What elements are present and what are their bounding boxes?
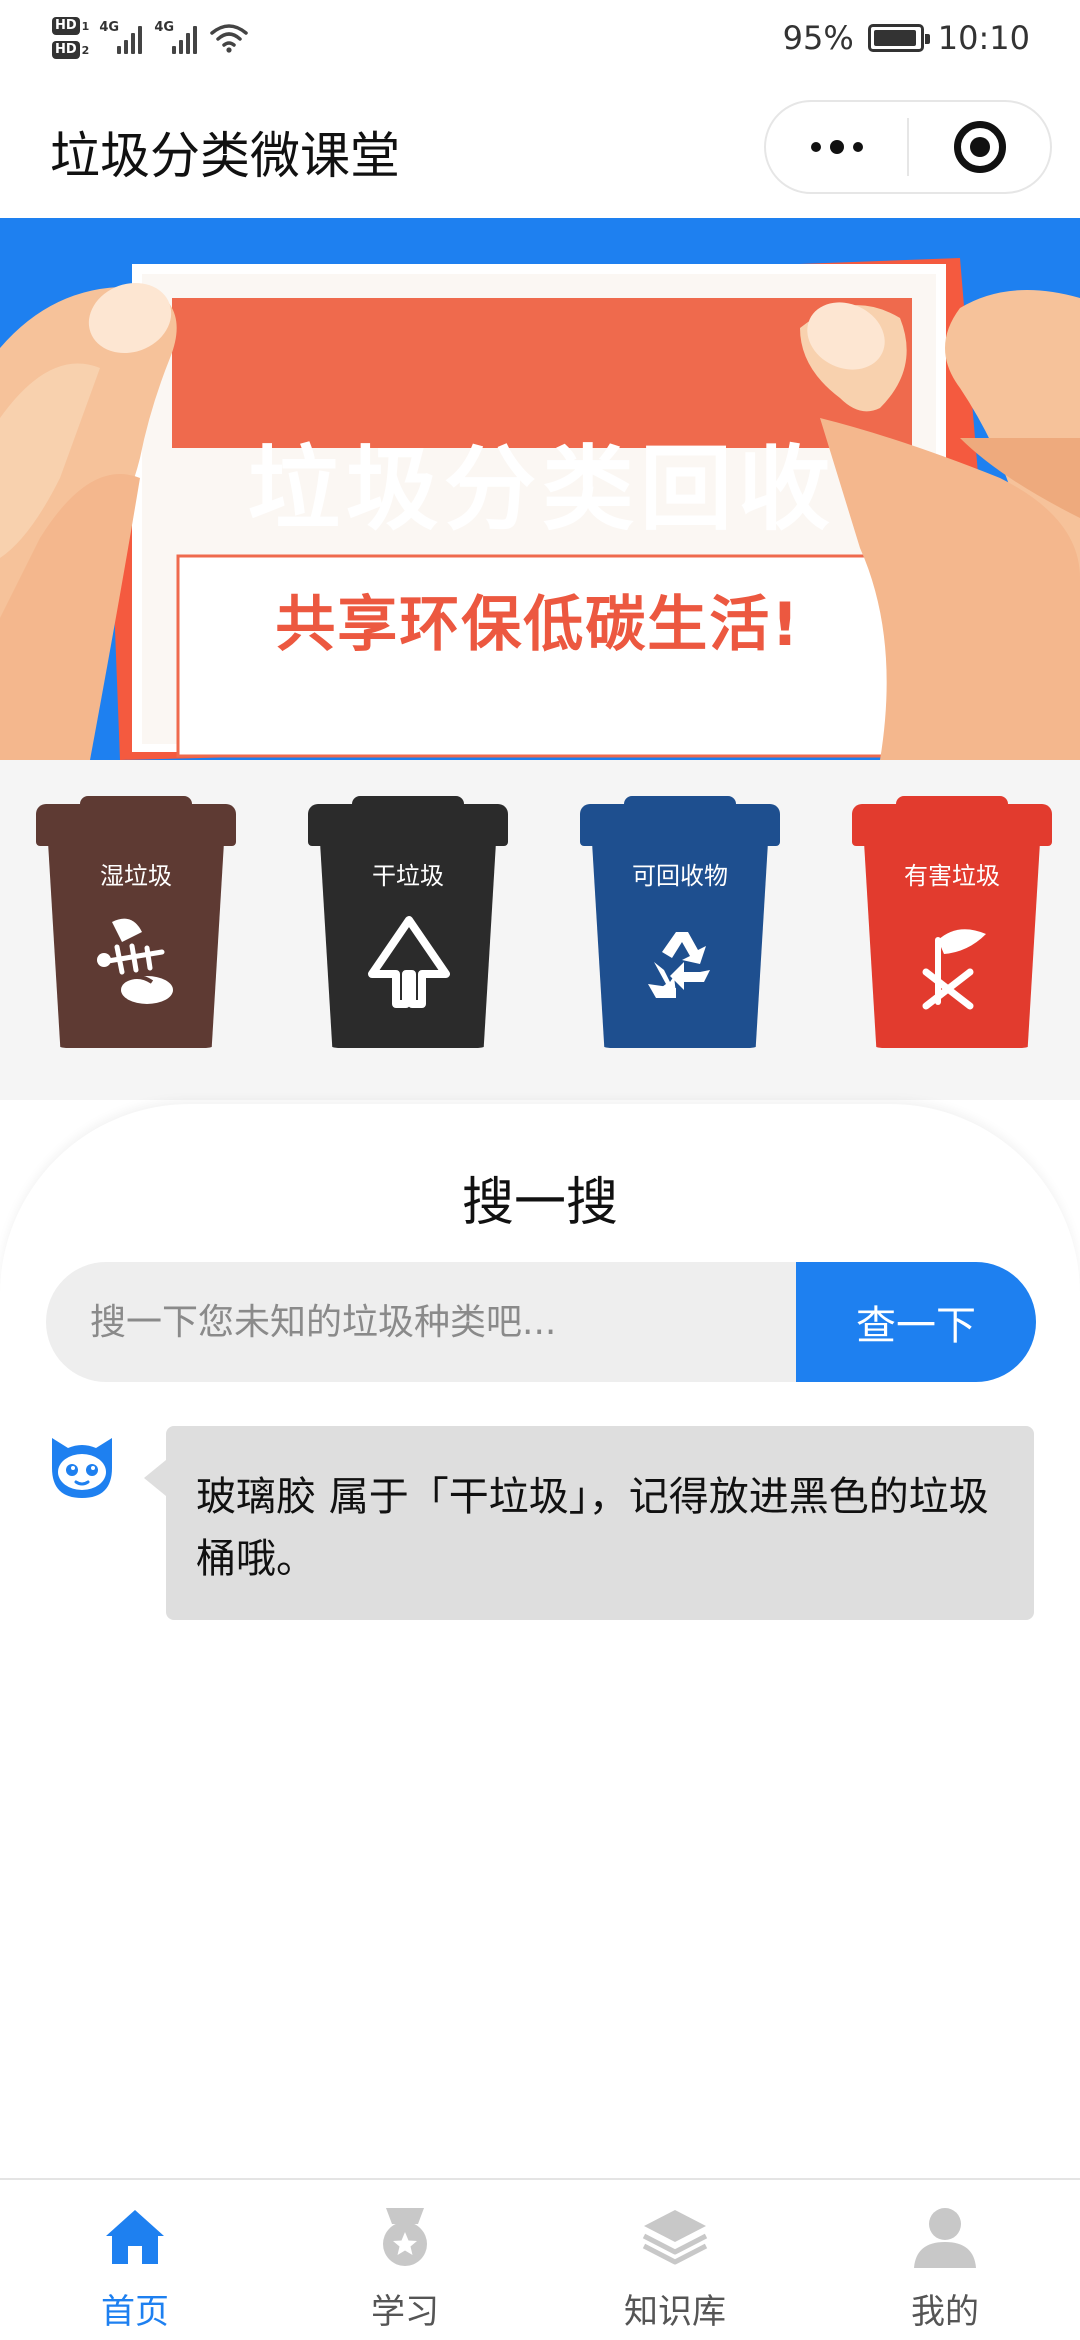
more-button[interactable] [766,102,907,192]
banner-slogan: 共享环保低碳生活! [275,589,801,660]
layers-icon [642,2210,708,2265]
battery-icon [867,24,930,52]
bin-label: 湿垃圾 [100,862,172,890]
search-input[interactable] [46,1262,796,1382]
hd-sim2-badge: HD 2 [52,41,89,59]
hazard-icon [922,929,986,1010]
medal-icon [383,2208,427,2266]
tab-knowledge-label: 知识库 [624,2292,726,2332]
bin-wet-waste[interactable]: 湿垃圾 [36,796,236,1048]
bottom-tab-bar: 首页 学习 知识库 我的 [0,2178,1080,2340]
home-icon [106,2210,164,2264]
bin-recyclable[interactable]: 可回收物 [580,796,780,1048]
bin-lid [852,796,1052,846]
battery-percent: 95% [782,19,854,57]
bin-lid [308,796,508,846]
bin-dry-waste[interactable]: 干垃圾 [308,796,508,1048]
bin-label: 干垃圾 [372,862,444,890]
tab-knowledge[interactable]: 知识库 [540,2180,810,2340]
tab-home[interactable]: 首页 [0,2180,270,2340]
result-message: 玻璃胶 属于「干垃圾」，记得放进黑色的垃圾桶哦。 [196,1474,989,1582]
search-bar: 查一下 [46,1262,1036,1382]
bin-categories: 湿垃圾 干垃圾 可回收物 有害垃圾 [0,760,1080,1100]
assistant-avatar-icon [52,1438,112,1498]
status-bar: HD 1 HD 2 4G 4G 95% 10:10 [0,0,1080,76]
more-dots-icon [810,140,863,154]
dry-waste-icon [368,916,450,1008]
title-bar: 垃圾分类微课堂 [0,76,1080,218]
bin-lid [36,796,236,846]
status-indicators: HD 1 HD 2 4G 4G [52,8,249,68]
promo-banner[interactable]: 垃圾分类回收 共享环保低碳生活! [0,218,1080,760]
recycle-icon [648,932,710,998]
tab-profile-label: 我的 [911,2292,979,2332]
result-bubble: 玻璃胶 属于「干垃圾」，记得放进黑色的垃圾桶哦。 [144,1426,1034,1620]
fishbone-icon [97,918,173,1004]
target-circle-icon [953,121,1006,173]
bin-label: 有害垃圾 [904,862,1000,890]
clock: 10:10 [937,19,1030,57]
signal-icon-2: 4G [154,20,198,54]
hd-sim1-badge: HD 1 [52,17,89,35]
page-title: 垃圾分类微课堂 [50,127,400,185]
search-button[interactable]: 查一下 [796,1262,1036,1382]
close-button[interactable] [909,102,1050,192]
mini-program-capsule [764,100,1052,194]
bin-lid [580,796,780,846]
bin-label: 可回收物 [632,862,728,890]
user-icon [914,2208,976,2268]
tab-learn[interactable]: 学习 [270,2180,540,2340]
bin-hazardous[interactable]: 有害垃圾 [852,796,1052,1048]
tab-home-label: 首页 [101,2292,169,2332]
search-title: 搜一搜 [461,1173,618,1233]
signal-icon: 4G [99,20,143,54]
tab-profile[interactable]: 我的 [810,2180,1080,2340]
tab-learn-label: 学习 [371,2292,439,2332]
wifi-icon [210,24,249,53]
